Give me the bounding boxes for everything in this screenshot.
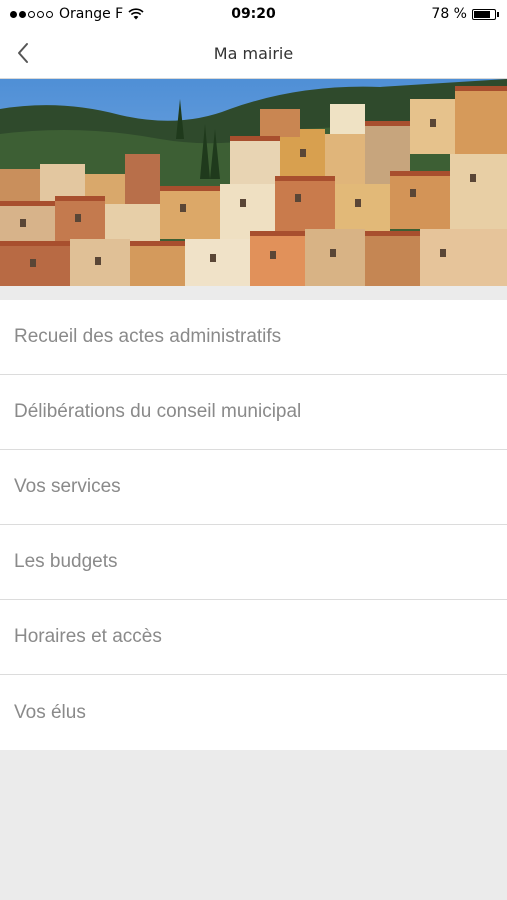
menu-item-label: Horaires et accès bbox=[14, 626, 162, 647]
hero-image bbox=[0, 79, 507, 286]
menu-item-label: Vos services bbox=[14, 476, 121, 497]
menu-item-horaires[interactable]: Horaires et accès bbox=[0, 600, 507, 675]
status-right: 78 % bbox=[431, 6, 499, 22]
menu-item-recueil[interactable]: Recueil des actes administratifs bbox=[0, 300, 507, 375]
menu-item-deliberations[interactable]: Délibérations du conseil municipal bbox=[0, 375, 507, 450]
menu-item-label: Recueil des actes administratifs bbox=[14, 326, 282, 347]
menu-list: Recueil des actes administratifs Délibér… bbox=[0, 300, 507, 750]
menu-item-budgets[interactable]: Les budgets bbox=[0, 525, 507, 600]
page-title: Ma mairie bbox=[213, 44, 294, 63]
battery-percent: 78 % bbox=[431, 6, 467, 22]
village-photo bbox=[0, 79, 507, 286]
status-bar: Orange F 09:20 78 % bbox=[0, 0, 507, 30]
battery-level bbox=[474, 10, 490, 18]
battery-icon bbox=[472, 8, 496, 20]
menu-item-label: Vos élus bbox=[14, 701, 86, 723]
menu-item-elus[interactable]: Vos élus bbox=[0, 675, 507, 750]
menu-item-label: Délibérations du conseil municipal bbox=[14, 401, 302, 422]
battery-tip bbox=[497, 11, 499, 17]
menu-item-services[interactable]: Vos services bbox=[0, 450, 507, 525]
navigation-bar: Ma mairie bbox=[0, 30, 507, 79]
app-screen: Orange F 09:20 78 % Ma mairie Recueil de… bbox=[0, 0, 507, 900]
menu-item-label: Les budgets bbox=[14, 551, 118, 572]
